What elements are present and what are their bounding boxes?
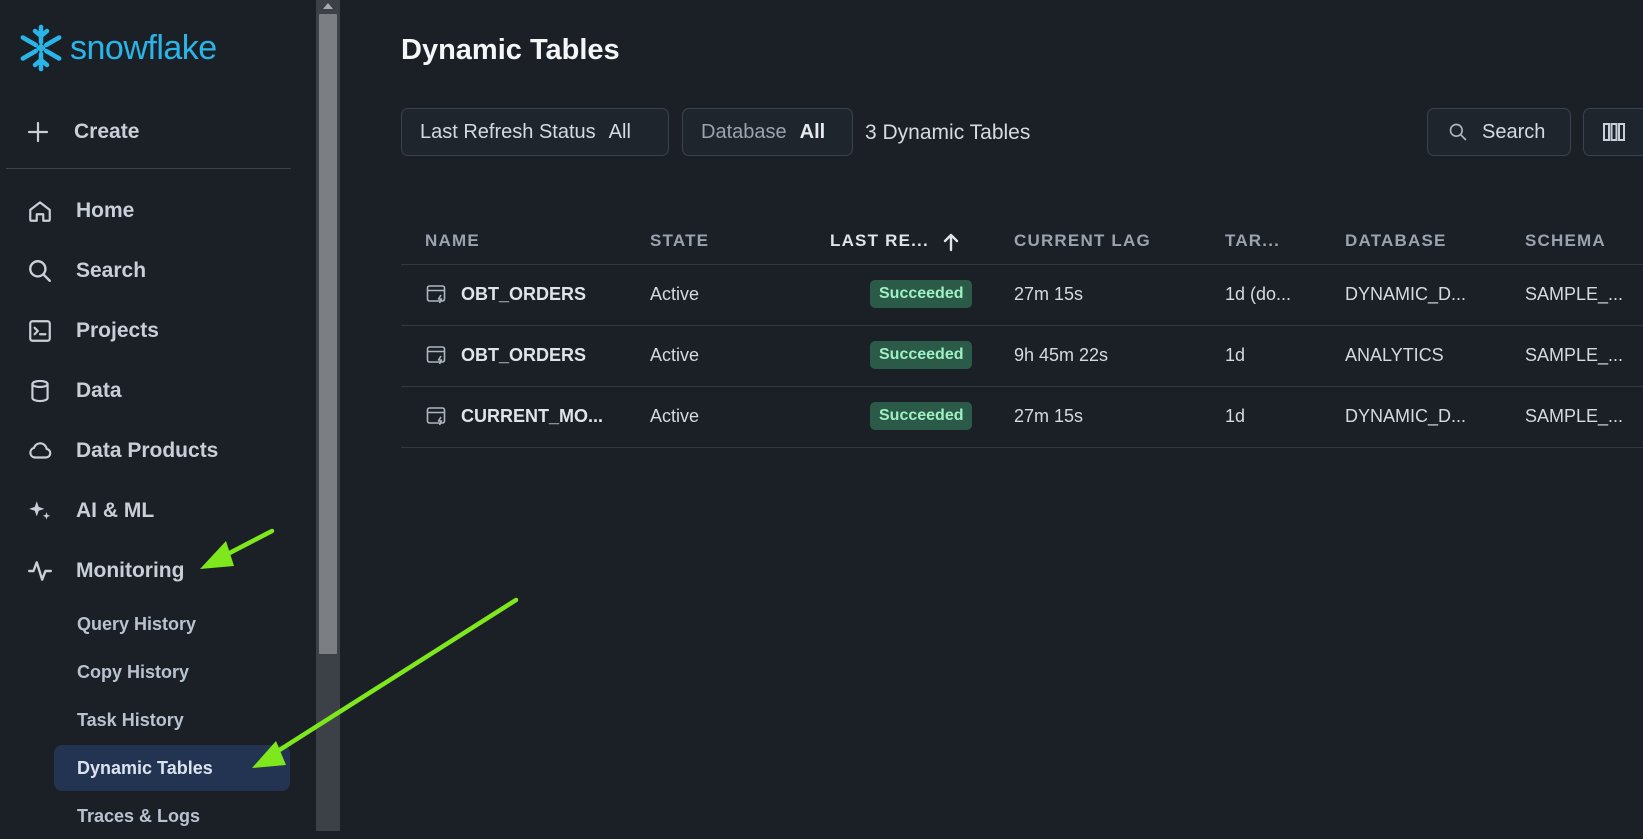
table-current-lag: 9h 45m 22s bbox=[1014, 345, 1109, 365]
sidebar-item-label: Data Products bbox=[76, 439, 219, 462]
table-database: ANALYTICS bbox=[1345, 345, 1444, 365]
sidebar-subitem-label: Dynamic Tables bbox=[77, 757, 213, 778]
sidebar-item-monitoring[interactable]: Monitoring bbox=[26, 549, 184, 593]
sidebar-subitem-task-history[interactable]: Task History bbox=[54, 697, 290, 743]
column-header-schema[interactable]: SCHEMA bbox=[1525, 231, 1606, 251]
sidebar-divider bbox=[6, 168, 291, 169]
table-current-lag: 27m 15s bbox=[1014, 284, 1084, 304]
home-icon bbox=[29, 201, 51, 222]
create-label: Create bbox=[74, 120, 140, 143]
cloud-icon bbox=[29, 442, 52, 459]
sidebar-subitem-query-history[interactable]: Query History bbox=[54, 601, 290, 647]
dynamic-table-icon bbox=[426, 285, 446, 304]
sidebar-scrollbar[interactable] bbox=[316, 0, 340, 831]
sidebar: snowflake Create Home Search Projects Da… bbox=[0, 0, 316, 831]
plus-icon bbox=[27, 121, 49, 143]
table-state: Active bbox=[650, 345, 700, 365]
dynamic-table-icon bbox=[426, 346, 446, 365]
column-header-current-lag[interactable]: CURRENT LAG bbox=[1014, 231, 1151, 251]
sidebar-item-label: Projects bbox=[76, 319, 159, 342]
sidebar-item-label: Monitoring bbox=[76, 559, 185, 582]
main-content: Dynamic Tables Last Refresh Status All D… bbox=[340, 0, 1643, 831]
sidebar-subitem-dynamic-tables[interactable]: Dynamic Tables bbox=[54, 745, 290, 791]
search-icon bbox=[1449, 123, 1467, 141]
sidebar-subitem-label: Traces & Logs bbox=[77, 805, 201, 826]
status-badge: Succeeded bbox=[870, 402, 973, 430]
scroll-up-arrow-icon[interactable] bbox=[316, 0, 340, 12]
column-header-target-lag[interactable]: TAR... bbox=[1225, 231, 1280, 251]
logo-text: snowflake bbox=[70, 28, 217, 67]
status-badge: Succeeded bbox=[870, 341, 973, 369]
table-state: Active bbox=[650, 406, 700, 426]
dynamic-tables-table: NAME STATE LAST RE... CURRENT LAG TAR...… bbox=[401, 218, 1643, 448]
sidebar-subitem-label: Query History bbox=[77, 613, 197, 634]
sidebar-item-home[interactable]: Home bbox=[26, 189, 134, 233]
search-icon bbox=[29, 260, 51, 282]
table-current-lag: 27m 15s bbox=[1014, 406, 1084, 426]
activity-icon bbox=[27, 561, 53, 581]
sidebar-item-label: Home bbox=[76, 199, 135, 222]
arrow-up-icon[interactable] bbox=[942, 232, 960, 252]
table-name[interactable]: CURRENT_MO... bbox=[461, 406, 603, 427]
sidebar-item-ai-ml[interactable]: AI & ML bbox=[26, 489, 154, 533]
column-header-last-refresh[interactable]: LAST RE... bbox=[830, 231, 929, 251]
filter-database[interactable]: Database All bbox=[682, 108, 853, 156]
database-icon bbox=[31, 379, 49, 403]
table-name[interactable]: OBT_ORDERS bbox=[461, 345, 586, 366]
column-header-name[interactable]: NAME bbox=[425, 231, 480, 251]
table-database: DYNAMIC_D... bbox=[1345, 406, 1467, 426]
search-button[interactable]: Search bbox=[1427, 108, 1571, 156]
dynamic-table-icon bbox=[426, 407, 446, 426]
terminal-icon bbox=[29, 320, 51, 342]
table-schema: SAMPLE_... bbox=[1525, 284, 1624, 304]
sidebar-item-projects[interactable]: Projects bbox=[26, 309, 159, 353]
filter-label: Last Refresh Status bbox=[420, 120, 596, 143]
table-state: Active bbox=[650, 284, 700, 304]
scrollbar-thumb[interactable] bbox=[319, 14, 337, 654]
table-schema: SAMPLE_... bbox=[1525, 345, 1624, 365]
sidebar-subitem-traces-logs[interactable]: Traces & Logs bbox=[54, 793, 290, 839]
sparkle-icon bbox=[29, 501, 51, 520]
table-row[interactable]: OBT_ORDERS Active Succeeded 9h 45m 22s 1… bbox=[401, 326, 1643, 387]
table-target-lag: 1d bbox=[1225, 406, 1246, 426]
sidebar-item-label: AI & ML bbox=[76, 499, 155, 522]
status-badge: Succeeded bbox=[870, 280, 973, 308]
column-header-database[interactable]: DATABASE bbox=[1345, 231, 1447, 251]
table-count: 3 Dynamic Tables bbox=[865, 121, 1031, 144]
snowflake-logo-icon bbox=[20, 24, 62, 72]
sidebar-subitem-copy-history[interactable]: Copy History bbox=[54, 649, 290, 695]
sidebar-subitem-label: Task History bbox=[77, 709, 184, 730]
create-button[interactable]: Create bbox=[26, 110, 139, 154]
page-title: Dynamic Tables bbox=[401, 34, 620, 66]
filter-value: All bbox=[799, 120, 826, 143]
search-button-label: Search bbox=[1482, 120, 1546, 143]
column-header-state[interactable]: STATE bbox=[650, 231, 709, 251]
table-row[interactable]: CURRENT_MO... Active Succeeded 27m 15s 1… bbox=[401, 387, 1643, 448]
columns-icon bbox=[1603, 123, 1625, 141]
table-name[interactable]: OBT_ORDERS bbox=[461, 284, 586, 305]
sidebar-item-data[interactable]: Data bbox=[26, 369, 122, 413]
sidebar-item-search[interactable]: Search bbox=[26, 249, 146, 293]
sidebar-item-label: Data bbox=[76, 379, 122, 402]
table-header-row: NAME STATE LAST RE... CURRENT LAG TAR...… bbox=[401, 218, 1643, 265]
columns-button[interactable] bbox=[1583, 108, 1643, 156]
table-schema: SAMPLE_... bbox=[1525, 406, 1624, 426]
table-database: DYNAMIC_D... bbox=[1345, 284, 1467, 304]
sidebar-item-data-products[interactable]: Data Products bbox=[26, 429, 218, 473]
filter-value: All bbox=[608, 120, 631, 143]
filter-label: Database bbox=[701, 120, 787, 143]
table-target-lag: 1d (do... bbox=[1225, 284, 1292, 304]
sidebar-item-label: Search bbox=[76, 259, 147, 282]
table-target-lag: 1d bbox=[1225, 345, 1246, 365]
snowflake-logo[interactable]: snowflake bbox=[16, 22, 217, 74]
filter-last-refresh-status[interactable]: Last Refresh Status All bbox=[401, 108, 669, 156]
table-row[interactable]: OBT_ORDERS Active Succeeded 27m 15s 1d (… bbox=[401, 265, 1643, 326]
sidebar-subitem-label: Copy History bbox=[77, 661, 190, 682]
